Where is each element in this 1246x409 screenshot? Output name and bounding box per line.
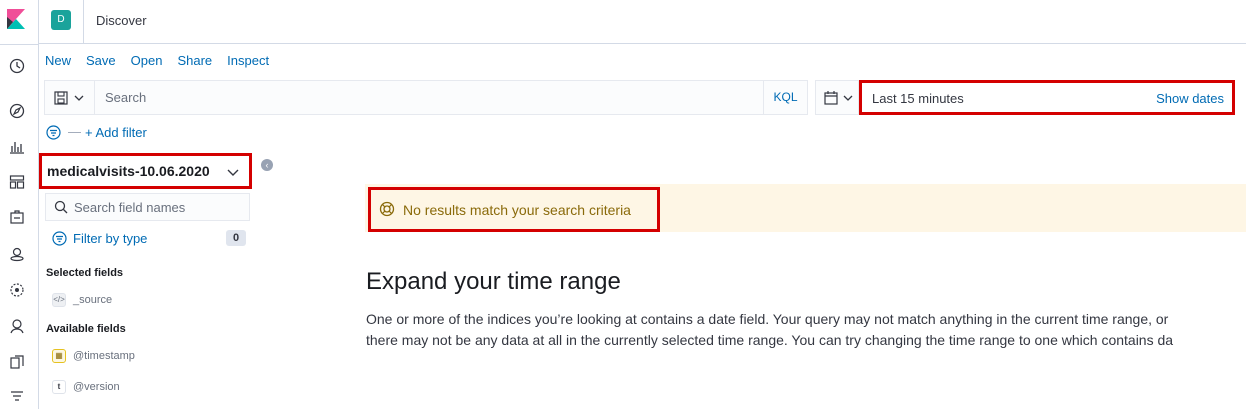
saved-queries-button[interactable] (45, 81, 95, 114)
ml-icon[interactable] (9, 282, 25, 298)
header-separator (83, 0, 84, 44)
calendar-icon (824, 91, 838, 105)
callout-highlight (368, 187, 660, 232)
add-filter-button[interactable]: + Add filter (85, 125, 147, 140)
index-pattern-name: medicalvisits-10.06.2020 (47, 163, 210, 179)
filter-icon[interactable] (46, 125, 61, 140)
filter-by-type-label: Filter by type (73, 231, 148, 246)
date-range-picker[interactable]: Last 15 minutes Show dates (859, 80, 1235, 115)
save-button[interactable]: Save (86, 53, 116, 69)
chevron-down-icon (74, 95, 84, 101)
field-search-box (45, 193, 250, 221)
chevron-down-icon (227, 169, 239, 176)
field-name: _source (73, 294, 113, 306)
expand-time-range-paragraph: One or more of the indices you’re lookin… (366, 309, 1246, 351)
chevron-down-icon (843, 95, 853, 101)
discover-icon[interactable] (9, 103, 25, 119)
string-type-icon: t (52, 380, 66, 394)
field-name: @timestamp (73, 350, 135, 362)
inspect-button[interactable]: Inspect (227, 53, 269, 69)
show-dates-button[interactable]: Show dates (1156, 91, 1224, 106)
maps-icon[interactable] (9, 246, 25, 262)
paragraph-line: One or more of the indices you’re lookin… (366, 311, 1169, 327)
expand-time-range-heading: Expand your time range (366, 268, 621, 295)
rail-divider (0, 44, 39, 45)
index-pattern-selector[interactable]: medicalvisits-10.06.2020 (39, 153, 252, 189)
top-header: D Discover (39, 0, 1246, 44)
selected-fields-title: Selected fields (46, 267, 124, 279)
available-fields-title: Available fields (46, 323, 126, 335)
open-button[interactable]: Open (131, 53, 163, 69)
nav-rail (0, 0, 39, 409)
paragraph-line: there may not be any data at all in the … (366, 332, 1174, 348)
canvas-icon[interactable] (9, 209, 25, 225)
date-quick-menu-button[interactable] (815, 80, 859, 115)
new-button[interactable]: New (45, 53, 71, 69)
page-title: Discover (96, 13, 147, 28)
search-input[interactable] (97, 84, 757, 111)
dashboard-icon[interactable] (9, 174, 25, 190)
apm-icon[interactable] (9, 354, 25, 370)
share-button[interactable]: Share (177, 53, 212, 69)
kibana-logo-icon[interactable] (7, 9, 25, 29)
filter-icon (52, 231, 67, 246)
query-language-button[interactable]: KQL (763, 81, 807, 114)
query-bar: KQL (44, 80, 808, 115)
date-range-label: Last 15 minutes (872, 91, 964, 106)
recent-icon[interactable] (9, 58, 25, 74)
collapse-sidebar-icon[interactable]: ‹ (261, 159, 273, 171)
search-icon (54, 200, 68, 214)
filter-separator: — (68, 124, 81, 139)
space-avatar[interactable]: D (51, 10, 71, 30)
filter-by-type-button[interactable]: Filter by type 0 (52, 230, 248, 250)
top-menu: New Save Open Share Inspect (45, 53, 284, 69)
field-search-input[interactable] (74, 196, 244, 218)
filter-count-badge: 0 (226, 230, 246, 246)
date-type-icon: ▦ (52, 349, 66, 363)
field-name: @version (73, 381, 120, 393)
visualize-icon[interactable] (9, 138, 25, 154)
save-icon (54, 91, 68, 105)
uptime-icon[interactable] (9, 389, 25, 405)
source-type-icon: </> (52, 293, 66, 307)
siem-icon[interactable] (9, 318, 25, 334)
